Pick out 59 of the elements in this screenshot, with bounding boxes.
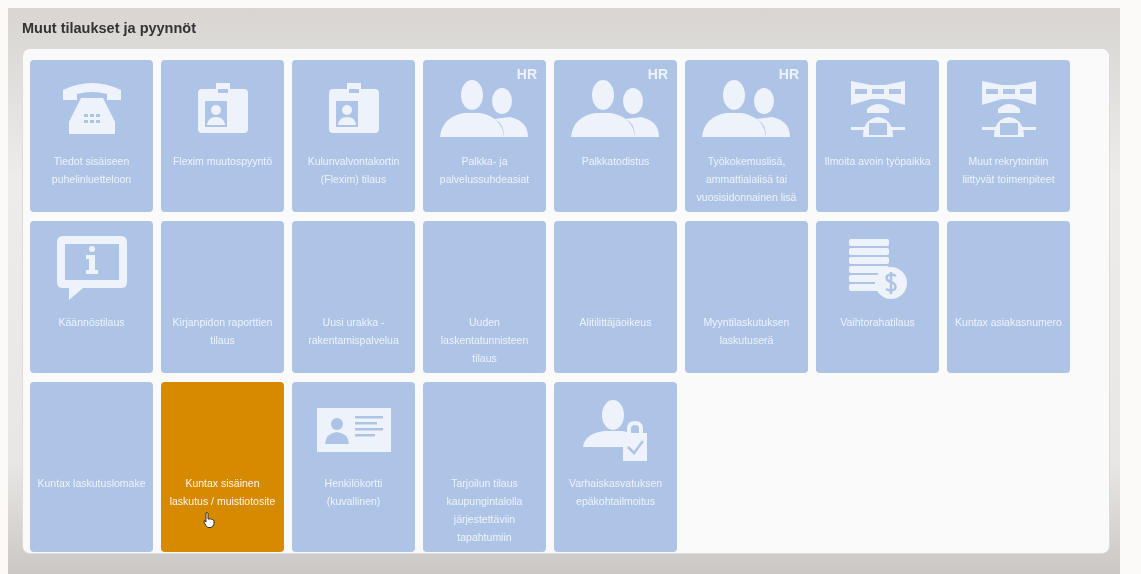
service-tile[interactable]: Myyntilaskutuksen laskutuserä — [685, 221, 808, 373]
tile-label: Muut rekrytointiin liittyvät toimenpiteet — [961, 154, 1056, 187]
tile-label: Kuntax asiakasnumero — [954, 315, 1063, 330]
people-icon — [439, 79, 530, 137]
tile-label: Henkilökortti (kuvallinen) — [323, 476, 384, 509]
coins-icon — [848, 239, 907, 299]
worker-icon — [979, 79, 1038, 137]
service-tile[interactable]: Varhaiskasvatuksen epäkohtailmoitus — [554, 382, 677, 552]
tile-label: Tiedot sisäiseen puhelinluetteloon — [50, 154, 133, 187]
service-tile[interactable]: HR Palkka- ja palvelussuhdeasiat — [423, 60, 546, 212]
tile-label: Myyntilaskutuksen laskutuserä — [702, 315, 791, 348]
id-card-icon — [316, 408, 391, 452]
tile-label: Palkka- ja palvelussuhdeasiat — [438, 154, 531, 187]
service-tile[interactable]: Kuntax sisäinen laskutus / muistiotosite — [161, 382, 284, 552]
phone-icon — [60, 80, 123, 136]
service-tile[interactable]: Henkilökortti (kuvallinen) — [292, 382, 415, 552]
service-tile[interactable]: Kuntax asiakasnumero — [947, 221, 1070, 373]
tile-tag: HR — [647, 66, 668, 82]
service-tile[interactable]: Flexim muutospyyntö — [161, 60, 284, 212]
tile-tag: HR — [516, 66, 537, 82]
page-title: Muut tilaukset ja pyynnöt — [22, 20, 197, 38]
tile-tag: HR — [778, 66, 799, 82]
service-tile[interactable]: HR Työkokemuslisä, ammattialalisä tai vuosisidonnainen lisä — [685, 60, 808, 212]
people-icon — [570, 79, 661, 137]
id-badge-icon — [326, 83, 381, 133]
tile-label: Kulunvalvontakortin (Flexim) tilaus — [306, 154, 401, 187]
id-badge-icon — [195, 83, 250, 133]
tile-label: Vaihtorahatilaus — [839, 315, 916, 330]
tile-label: Ilmoita avoin työpaikka — [823, 154, 932, 169]
service-tile[interactable]: Uuden laskentatunnisteen tilaus — [423, 221, 546, 373]
service-tile[interactable]: Kuntax laskutuslomake — [30, 382, 153, 552]
tile-label: Kuntax laskutuslomake — [36, 476, 147, 491]
tile-label: Kirjanpidon raporttien tilaus — [171, 315, 274, 348]
info-icon — [56, 236, 127, 302]
service-tile[interactable]: Muut rekrytointiin liittyvät toimenpiteet — [947, 60, 1070, 212]
service-tile[interactable]: Alitilittäjäoikeus — [554, 221, 677, 373]
service-tile[interactable]: Ilmoita avoin työpaikka — [816, 60, 939, 212]
worker-icon — [848, 79, 907, 137]
service-tile[interactable]: Vaihtorahatilaus — [816, 221, 939, 373]
tile-label: Flexim muutospyyntö — [171, 154, 274, 169]
tile-label: Alitilittäjäoikeus — [578, 315, 653, 330]
service-tile[interactable]: Tiedot sisäiseen puhelinluetteloon — [30, 60, 153, 212]
service-tile[interactable]: Kulunvalvontakortin (Flexim) tilaus — [292, 60, 415, 212]
tile-label: Varhaiskasvatuksen epäkohtailmoitus — [567, 476, 664, 509]
tile-label: Kuntax sisäinen laskutus / muistiotosite — [168, 476, 277, 509]
service-tile[interactable]: Kirjanpidon raporttien tilaus — [161, 221, 284, 373]
people-icon — [701, 79, 792, 137]
tile-label: Tarjoilun tilaus kaupungintalolla järjestettäviin tapahtumiin — [445, 476, 524, 545]
tile-label: Työkokemuslisä, ammattialalisä tai vuosisidonnainen lisä — [695, 154, 798, 205]
tile-label: Käännöstilaus — [57, 315, 126, 330]
service-tile[interactable]: HR Palkkatodistus — [554, 60, 677, 212]
tile-label: Palkkatodistus — [580, 154, 651, 169]
service-tile[interactable]: Käännöstilaus — [30, 221, 153, 373]
service-tile[interactable]: Uusi urakka - rakentamispalvelua — [292, 221, 415, 373]
service-tile[interactable]: Tarjoilun tilaus kaupungintalolla järjestettäviin tapahtumiin — [423, 382, 546, 552]
tile-label: Uusi urakka - rakentamispalvelua — [307, 315, 400, 348]
hand-cursor-icon — [203, 512, 215, 528]
user-lock-icon — [582, 399, 649, 461]
tile-label: Uuden laskentatunnisteen tilaus — [439, 315, 530, 366]
